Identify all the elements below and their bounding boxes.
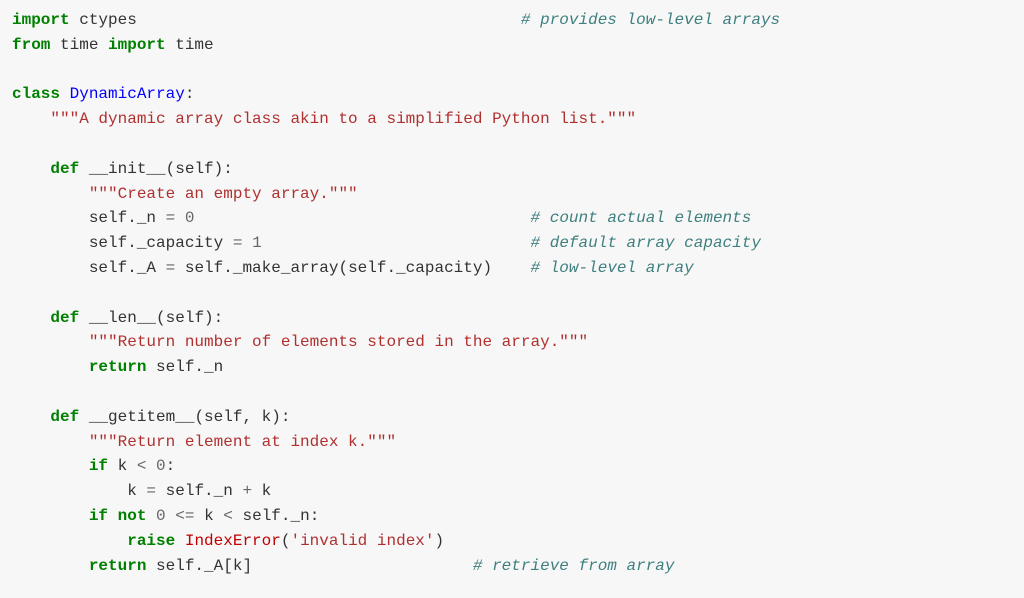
line: if k < 0: [12,457,175,475]
pad [194,209,530,227]
expr: self._n [156,482,242,500]
class-name: DynamicArray [60,85,185,103]
space [146,457,156,475]
operator-plus: + [242,482,252,500]
space [166,507,176,525]
docstring: """Return number of elements stored in t… [89,333,588,351]
space [146,507,156,525]
expr: k [252,482,271,500]
string: 'invalid index' [290,532,434,550]
keyword-def: def [50,309,79,327]
space [242,234,252,252]
docstring: """A dynamic array class akin to a simpl… [50,110,636,128]
punct-colon: : [166,457,176,475]
keyword-return: return [89,557,147,575]
line: self._capacity = 1 # default array capac… [12,234,761,252]
line: return self._A[k] # retrieve from array [12,557,675,575]
operator-eq: = [166,259,176,277]
line: """A dynamic array class akin to a simpl… [12,110,636,128]
expr: self._n [89,209,166,227]
operator-lt: < [137,457,147,475]
docstring: """Return element at index k.""" [89,433,396,451]
line: def __getitem__(self, k): [12,408,290,426]
keyword-def: def [50,160,79,178]
space [108,507,118,525]
keyword-class: class [12,85,60,103]
keyword-raise: raise [127,532,175,550]
number: 0 [185,209,195,227]
module-name: ctypes [70,11,521,29]
keyword-not: not [118,507,147,525]
keyword-if: if [89,507,108,525]
expr: self._A[k] [146,557,472,575]
space [175,532,185,550]
expr: self._A [89,259,166,277]
expr: self._n [146,358,223,376]
keyword-def: def [50,408,79,426]
comment: # low-level array [531,259,694,277]
operator-eq: = [146,482,156,500]
line: self._n = 0 # count actual elements [12,209,751,227]
method-name: __init__ [79,160,165,178]
number: 0 [156,457,166,475]
method-name: __getitem__ [79,408,194,426]
operator-lt: < [223,507,233,525]
identifier: time [166,36,214,54]
operator-eq: = [166,209,176,227]
number: 0 [156,507,166,525]
keyword-from: from [12,36,50,54]
exception-name: IndexError [185,532,281,550]
line: class DynamicArray: [12,85,194,103]
line: from time import time [12,36,214,54]
comment: # default array capacity [531,234,761,252]
docstring: """Create an empty array.""" [89,185,358,203]
line: k = self._n + k [12,482,271,500]
pad [262,234,531,252]
number: 1 [252,234,262,252]
punct-colon: : [185,85,195,103]
keyword-import: import [108,36,166,54]
expr: self._make_array(self._capacity) [175,259,530,277]
line: if not 0 <= k < self._n: [12,507,319,525]
operator-eq: = [233,234,243,252]
signature: (self): [156,309,223,327]
expr: k [108,457,137,475]
line: raise IndexError('invalid index') [12,532,444,550]
line: """Return number of elements stored in t… [12,333,588,351]
line: return self._n [12,358,223,376]
punct-paren: ) [435,532,445,550]
expr: k [194,507,223,525]
operator-le: <= [175,507,194,525]
code-block: import ctypes # provides low-level array… [0,0,1024,586]
signature: (self, k): [194,408,290,426]
module-name: time [50,36,108,54]
line: """Return element at index k.""" [12,433,396,451]
comment: # count actual elements [531,209,752,227]
signature: (self): [166,160,233,178]
comment: # retrieve from array [473,557,675,575]
line: import ctypes # provides low-level array… [12,11,780,29]
keyword-import: import [12,11,70,29]
line: self._A = self._make_array(self._capacit… [12,259,694,277]
expr: self._n: [233,507,319,525]
expr: self._capacity [89,234,233,252]
line: def __len__(self): [12,309,223,327]
method-name: __len__ [79,309,156,327]
keyword-return: return [89,358,147,376]
space [175,209,185,227]
comment: # provides low-level arrays [521,11,780,29]
line: def __init__(self): [12,160,233,178]
expr: k [127,482,146,500]
line: """Create an empty array.""" [12,185,358,203]
keyword-if: if [89,457,108,475]
